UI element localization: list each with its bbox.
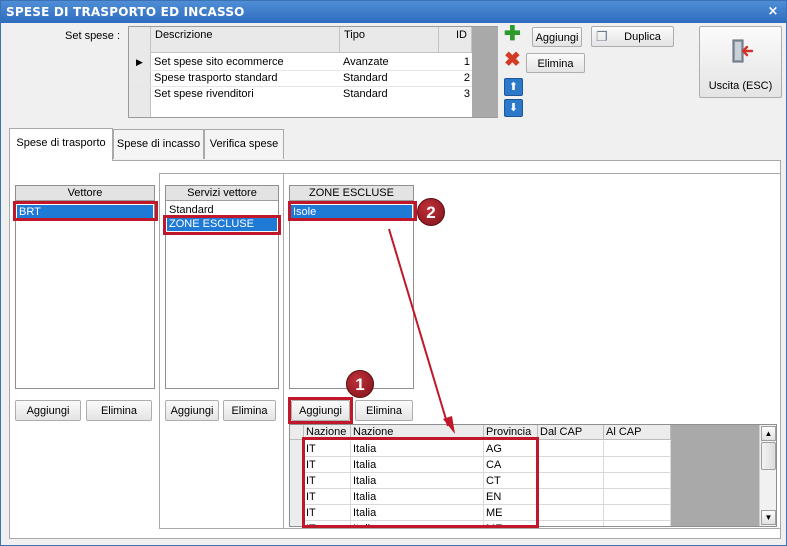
annotation-arrow <box>388 228 455 434</box>
title-bar: SPESE DI TRASPORTO ED INCASSO × <box>1 1 786 23</box>
tab-spese-di-incasso[interactable]: Spese di incasso <box>113 129 204 159</box>
cell-provincia: ME <box>484 505 538 521</box>
cell-dal-cap <box>538 473 604 489</box>
column-header-dal-cap[interactable]: Dal CAP <box>538 425 604 440</box>
row-indicator-column <box>129 27 151 117</box>
elimina-label: Elimina <box>526 53 585 73</box>
cell-tipo: Avanzate <box>343 56 389 68</box>
cell-dal-cap <box>538 457 604 473</box>
column-header-tipo[interactable]: Tipo <box>340 27 439 53</box>
scroll-thumb[interactable] <box>761 442 776 470</box>
vettore-list[interactable]: Vettore BRT <box>15 185 155 389</box>
arrow-down-icon: ⬇ <box>508 102 519 114</box>
cell-nazione-codice: IT <box>304 505 351 521</box>
move-down-button[interactable]: ⬇ <box>504 99 523 117</box>
step-badge-2: 2 <box>417 198 445 226</box>
list-item[interactable]: Isole <box>291 205 412 219</box>
tab-spese-di-trasporto[interactable]: Spese di trasporto <box>9 128 113 161</box>
cell-al-cap <box>604 521 671 526</box>
cell-dal-cap <box>538 521 604 526</box>
cell-tipo: Standard <box>343 72 388 84</box>
move-up-button[interactable]: ⬆ <box>504 78 523 96</box>
cell-descrizione: Set spese sito ecommerce <box>154 56 284 68</box>
list-item[interactable]: BRT <box>17 205 153 219</box>
servizi-caption: Servizi vettore <box>166 186 278 201</box>
cell-al-cap <box>604 473 671 489</box>
grid-empty-area <box>472 27 498 117</box>
column-header-nazione-codice[interactable]: Nazione <box>304 425 351 440</box>
column-header-al-cap[interactable]: Al CAP <box>604 425 671 440</box>
cell-tipo: Standard <box>343 88 388 100</box>
column-header-id[interactable]: ID <box>439 27 472 53</box>
scroll-up-icon[interactable]: ▲ <box>761 426 776 441</box>
elimina-set-button[interactable]: ✖ Elimina <box>502 49 585 74</box>
vettore-caption: Vettore <box>16 186 154 201</box>
main-window: SPESE DI TRASPORTO ED INCASSO × Set spes… <box>0 0 787 546</box>
grid-corner <box>290 425 304 440</box>
cell-id: 2 <box>463 72 470 84</box>
cell-provincia: EN <box>484 489 538 505</box>
cell-nazione-codice: IT <box>304 441 351 457</box>
column-header-descrizione[interactable]: Descrizione <box>151 27 340 53</box>
cell-nazione: Italia <box>351 473 484 489</box>
list-item[interactable]: ZONE ESCLUSE <box>167 217 277 231</box>
vertical-scrollbar[interactable]: ▲ ▼ <box>759 425 776 526</box>
scroll-down-icon[interactable]: ▼ <box>761 510 776 525</box>
delete-x-icon: ✖ <box>504 49 521 71</box>
grid-empty-area <box>671 425 759 526</box>
arrow-up-icon: ⬆ <box>508 81 519 93</box>
vettore-elimina-button[interactable]: Elimina <box>86 400 152 421</box>
column-header-provincia[interactable]: Provincia <box>484 425 538 440</box>
aggiungi-label: Aggiungi <box>532 27 582 47</box>
duplica-button[interactable]: ❐ Duplica <box>591 26 674 47</box>
copy-icon: ❐ <box>596 29 608 44</box>
cell-descrizione: Set spese rivenditori <box>154 88 254 100</box>
cell-al-cap <box>604 489 671 505</box>
vettore-aggiungi-button[interactable]: Aggiungi <box>15 400 81 421</box>
aggiungi-set-button[interactable]: ✚ Aggiungi <box>502 23 583 48</box>
cell-provincia: CT <box>484 473 538 489</box>
cell-al-cap <box>604 441 671 457</box>
servizi-list[interactable]: Servizi vettore Standard ZONE ESCLUSE <box>165 185 279 389</box>
province-grid: Nazione Nazione Provincia Dal CAP Al CAP… <box>289 424 777 527</box>
cell-nazione: Italia <box>351 457 484 473</box>
current-row-indicator: ▶ <box>136 57 143 67</box>
zone-escluse-caption: ZONE ESCLUSE <box>290 186 413 201</box>
cell-provincia: CA <box>484 457 538 473</box>
uscita-label: Uscita (ESC) <box>708 80 773 92</box>
cell-nazione: Italia <box>351 489 484 505</box>
cell-dal-cap <box>538 441 604 457</box>
cell-nazione-codice: IT <box>304 473 351 489</box>
row-indicator-column <box>290 440 304 526</box>
zone-aggiungi-button[interactable]: Aggiungi <box>291 400 350 421</box>
cell-nazione-codice: IT <box>304 489 351 505</box>
close-icon[interactable]: × <box>766 1 780 23</box>
cell-dal-cap <box>538 489 604 505</box>
exit-door-icon <box>727 37 755 65</box>
cell-nazione: Italia <box>351 505 484 521</box>
servizi-aggiungi-button[interactable]: Aggiungi <box>165 400 219 421</box>
cell-al-cap <box>604 457 671 473</box>
cell-id: 1 <box>463 56 470 68</box>
set-spese-label: Set spese : <box>65 30 121 42</box>
list-item[interactable]: Standard <box>167 203 277 217</box>
cell-nazione-codice: IT <box>304 457 351 473</box>
cell-descrizione: Spese trasporto standard <box>154 72 278 84</box>
uscita-button[interactable]: Uscita (ESC) <box>699 26 782 98</box>
cell-provincia: AG <box>484 441 538 457</box>
cell-id: 3 <box>463 88 470 100</box>
tab-verifica-spese[interactable]: Verifica spese <box>204 129 284 159</box>
cell-nazione-codice: IT <box>304 521 351 526</box>
cell-provincia: ME <box>484 521 538 526</box>
step-badge-1: 1 <box>346 370 374 398</box>
cell-nazione: Italia <box>351 521 484 526</box>
window-title: SPESE DI TRASPORTO ED INCASSO <box>6 5 245 19</box>
cell-nazione: Italia <box>351 441 484 457</box>
servizi-elimina-button[interactable]: Elimina <box>223 400 276 421</box>
cell-dal-cap <box>538 505 604 521</box>
plus-icon: ✚ <box>504 23 521 45</box>
set-spese-grid: Descrizione Tipo ID ▶ Set spese sito eco… <box>128 26 498 118</box>
cell-al-cap <box>604 505 671 521</box>
